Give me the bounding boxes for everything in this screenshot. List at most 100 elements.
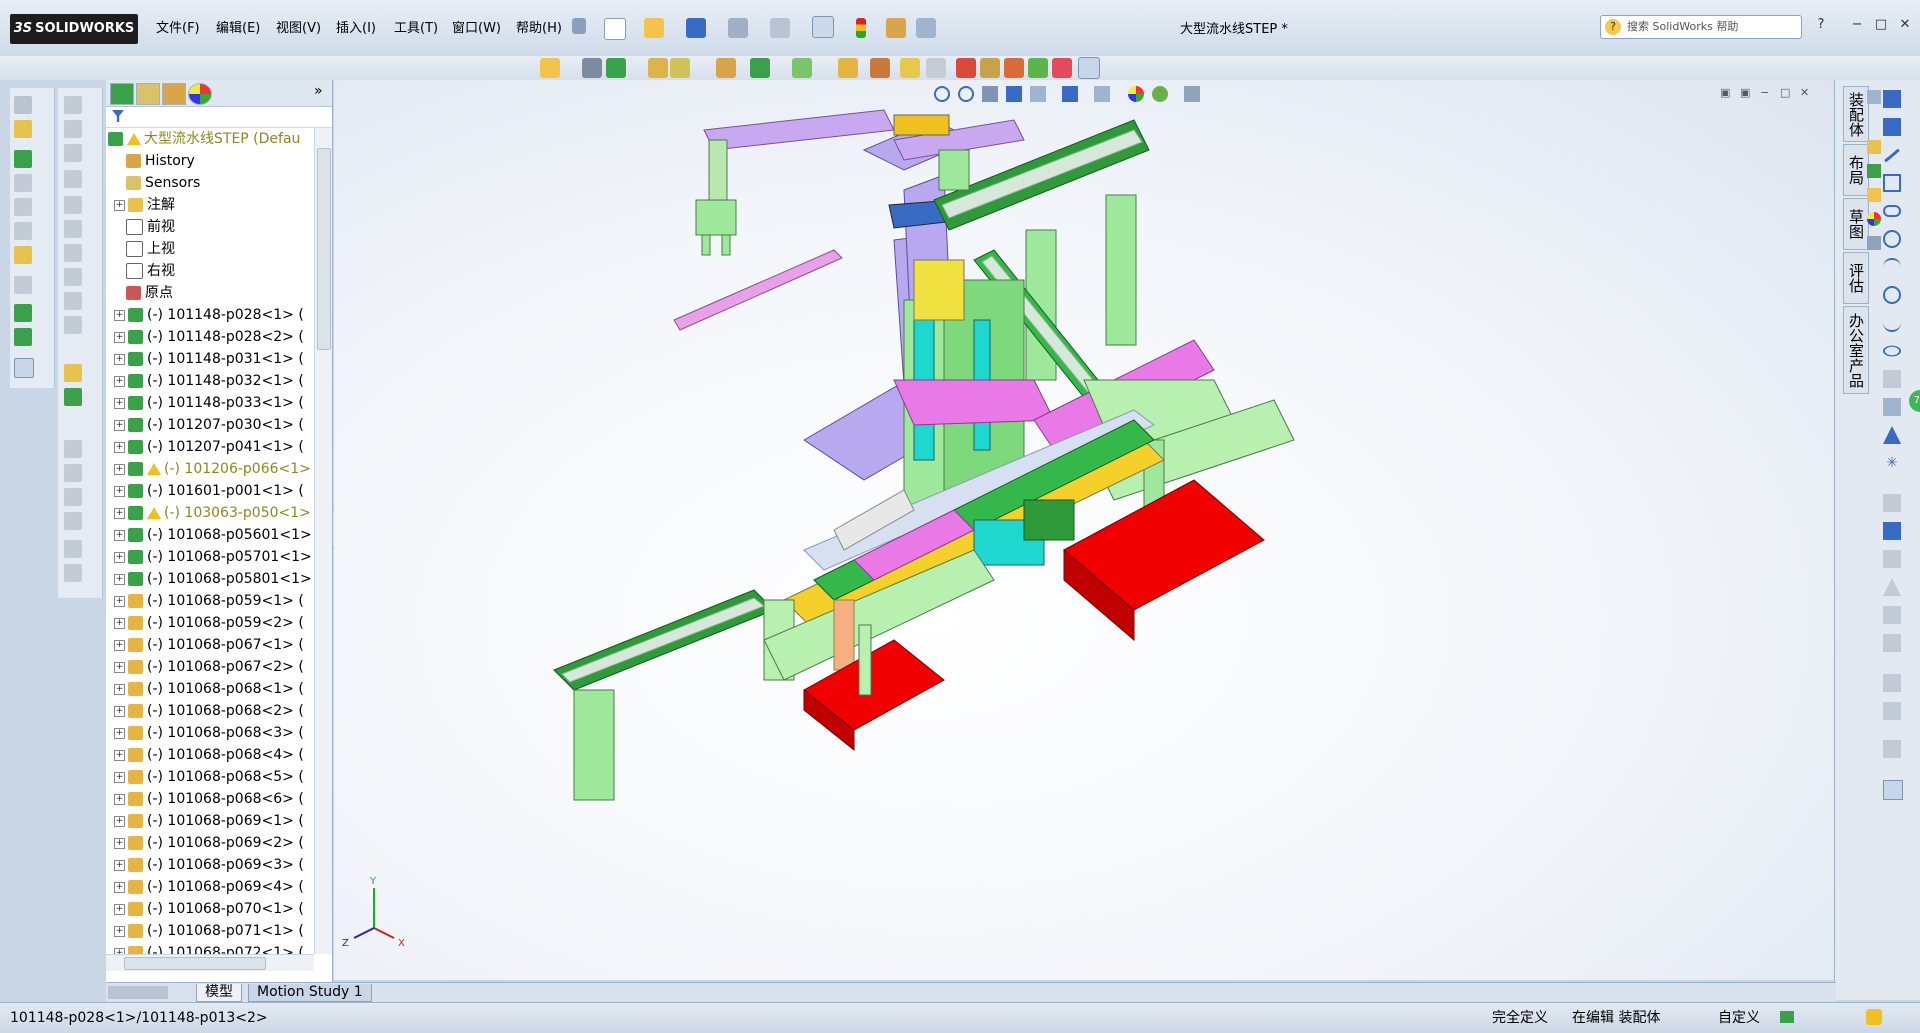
expand-panel-icon[interactable]: » xyxy=(314,83,323,99)
expand-icon[interactable]: + xyxy=(114,639,125,651)
assembly-xpert-icon[interactable] xyxy=(1052,58,1072,78)
revolve-icon[interactable] xyxy=(64,120,82,138)
smart-fasteners-icon[interactable] xyxy=(648,58,668,78)
appearances-icon[interactable] xyxy=(1867,212,1881,226)
restore-button[interactable]: □ xyxy=(1870,16,1892,34)
expand-icon[interactable]: + xyxy=(114,881,125,893)
open-folder-icon[interactable] xyxy=(644,18,664,38)
tab-office-products[interactable]: 办公室产品 xyxy=(1843,306,1869,394)
expand-icon[interactable]: + xyxy=(114,419,125,431)
tree-item[interactable]: 前视 xyxy=(110,216,175,238)
spline-icon[interactable] xyxy=(1883,314,1901,332)
tree-item[interactable]: + (-) 101068-p069<1> ( xyxy=(110,810,304,832)
circle-icon[interactable] xyxy=(1883,230,1901,248)
tree-item[interactable]: + (-) 101068-p068<1> ( xyxy=(110,678,304,700)
file-properties-icon[interactable] xyxy=(916,18,936,38)
view-palette-icon[interactable] xyxy=(1867,188,1881,202)
rib-icon[interactable] xyxy=(64,316,82,334)
slot-icon[interactable] xyxy=(1883,205,1901,217)
edit-component-icon[interactable] xyxy=(14,174,32,192)
text-sketch-icon[interactable] xyxy=(1883,426,1901,444)
tree-item[interactable]: + (-) 101148-p033<1> ( xyxy=(110,392,304,414)
hole-wizard-icon[interactable] xyxy=(64,244,82,262)
tree-item[interactable]: Sensors xyxy=(110,172,200,194)
minimize-button[interactable]: − xyxy=(1846,16,1868,34)
tree-item[interactable]: + (-) 101068-p068<3> ( xyxy=(110,722,304,744)
expand-icon[interactable]: + xyxy=(114,309,125,321)
expand-icon[interactable]: + xyxy=(114,331,125,343)
expand-icon[interactable]: + xyxy=(114,903,125,915)
expand-icon[interactable]: + xyxy=(114,353,125,365)
expand-icon[interactable]: + xyxy=(114,573,125,585)
show-hidden-icon[interactable] xyxy=(716,58,736,78)
tree-item[interactable]: + (-) 103063-p050<1> xyxy=(110,502,311,524)
display-relations-icon[interactable] xyxy=(1883,674,1901,692)
clearance-verification-icon[interactable] xyxy=(980,58,1000,78)
save-icon[interactable] xyxy=(686,18,706,38)
polygon-icon[interactable] xyxy=(1883,286,1901,304)
tree-item[interactable]: + (-) 101207-p030<1> ( xyxy=(110,414,304,436)
new-motion-study-icon[interactable] xyxy=(838,58,858,78)
tree-item[interactable]: + (-) 101068-p05701<1> xyxy=(110,546,312,568)
print-icon[interactable] xyxy=(728,18,748,38)
intersect-icon[interactable] xyxy=(64,512,82,530)
tree-item[interactable]: + (-) 101148-p032<1> ( xyxy=(110,370,304,392)
tree-item[interactable]: + (-) 101068-p068<5> ( xyxy=(110,766,304,788)
tree-item[interactable]: + (-) 101068-p068<6> ( xyxy=(110,788,304,810)
lower-roller-conveyor[interactable] xyxy=(553,549,995,801)
mate-icon[interactable] xyxy=(582,58,602,78)
move-component-icon[interactable] xyxy=(670,58,690,78)
move-entities-icon[interactable] xyxy=(1883,634,1901,652)
tree-item[interactable]: + (-) 101148-p028<2> ( xyxy=(110,326,304,348)
component-icon[interactable] xyxy=(14,96,32,114)
wrap-icon[interactable] xyxy=(64,488,82,506)
filter-icon[interactable] xyxy=(112,110,124,122)
expand-icon[interactable]: + xyxy=(114,925,125,937)
appearance-icon[interactable] xyxy=(14,246,32,264)
tree-item[interactable]: 原点 xyxy=(110,282,173,304)
smart-dimension-icon[interactable] xyxy=(1883,118,1901,136)
design-library-icon[interactable] xyxy=(1867,140,1881,154)
explode-line-sketch-icon[interactable] xyxy=(926,58,946,78)
menu-help[interactable]: 帮助(H) xyxy=(512,18,566,40)
loft-icon[interactable] xyxy=(64,170,82,188)
smart-mates-icon[interactable] xyxy=(14,304,32,322)
menu-insert[interactable]: 插入(I) xyxy=(332,18,380,40)
expand-icon[interactable]: + xyxy=(114,771,125,783)
tree-item[interactable]: + (-) 101068-p072<1> ( xyxy=(110,942,304,954)
help-status-icon[interactable] xyxy=(1780,1011,1794,1023)
chamfer-icon[interactable] xyxy=(64,220,82,238)
line-icon[interactable] xyxy=(1884,148,1900,163)
hide-show-icon[interactable] xyxy=(14,198,32,216)
configurationmanager-tab-icon[interactable] xyxy=(162,83,186,105)
graphics-area[interactable]: ▣ ▣ − □ ✕ Y X Z xyxy=(334,80,1834,980)
expand-icon[interactable]: + xyxy=(114,617,125,629)
rotate-component-icon[interactable] xyxy=(14,328,32,346)
tab-layout[interactable]: 布局 xyxy=(1843,144,1869,196)
draft-icon[interactable] xyxy=(64,292,82,310)
tree-vertical-scrollbar[interactable] xyxy=(314,128,332,954)
propertymanager-tab-icon[interactable] xyxy=(136,83,160,105)
displaymanager-tab-icon[interactable] xyxy=(188,83,212,105)
rectangle-icon[interactable] xyxy=(1883,174,1901,192)
offset-entities-icon[interactable] xyxy=(1883,550,1901,568)
custom-properties-icon[interactable] xyxy=(1867,236,1881,250)
ellipse-icon[interactable] xyxy=(1883,345,1901,357)
featuremanager-tab-icon[interactable] xyxy=(110,83,134,105)
exploded-view-icon[interactable] xyxy=(900,58,920,78)
fillet-sketch-icon[interactable] xyxy=(1883,370,1901,388)
expand-icon[interactable]: + xyxy=(114,859,125,871)
tree-item[interactable]: + (-) 101068-p069<3> ( xyxy=(110,854,304,876)
trim-icon[interactable] xyxy=(1883,494,1901,512)
curves-icon[interactable] xyxy=(64,388,82,406)
tree-item[interactable]: + 注解 xyxy=(110,194,175,216)
convert-entities-icon[interactable] xyxy=(1883,522,1901,540)
hole-alignment-icon[interactable] xyxy=(1004,58,1024,78)
instant3d-icon[interactable] xyxy=(1078,57,1100,79)
arc-icon[interactable] xyxy=(1883,258,1901,276)
expand-icon[interactable]: + xyxy=(114,683,125,695)
tree-item[interactable]: 右视 xyxy=(110,260,175,282)
tab-motion-study-1[interactable]: Motion Study 1 xyxy=(248,984,372,1002)
expand-icon[interactable]: + xyxy=(114,595,125,607)
shell-icon[interactable] xyxy=(64,268,82,286)
